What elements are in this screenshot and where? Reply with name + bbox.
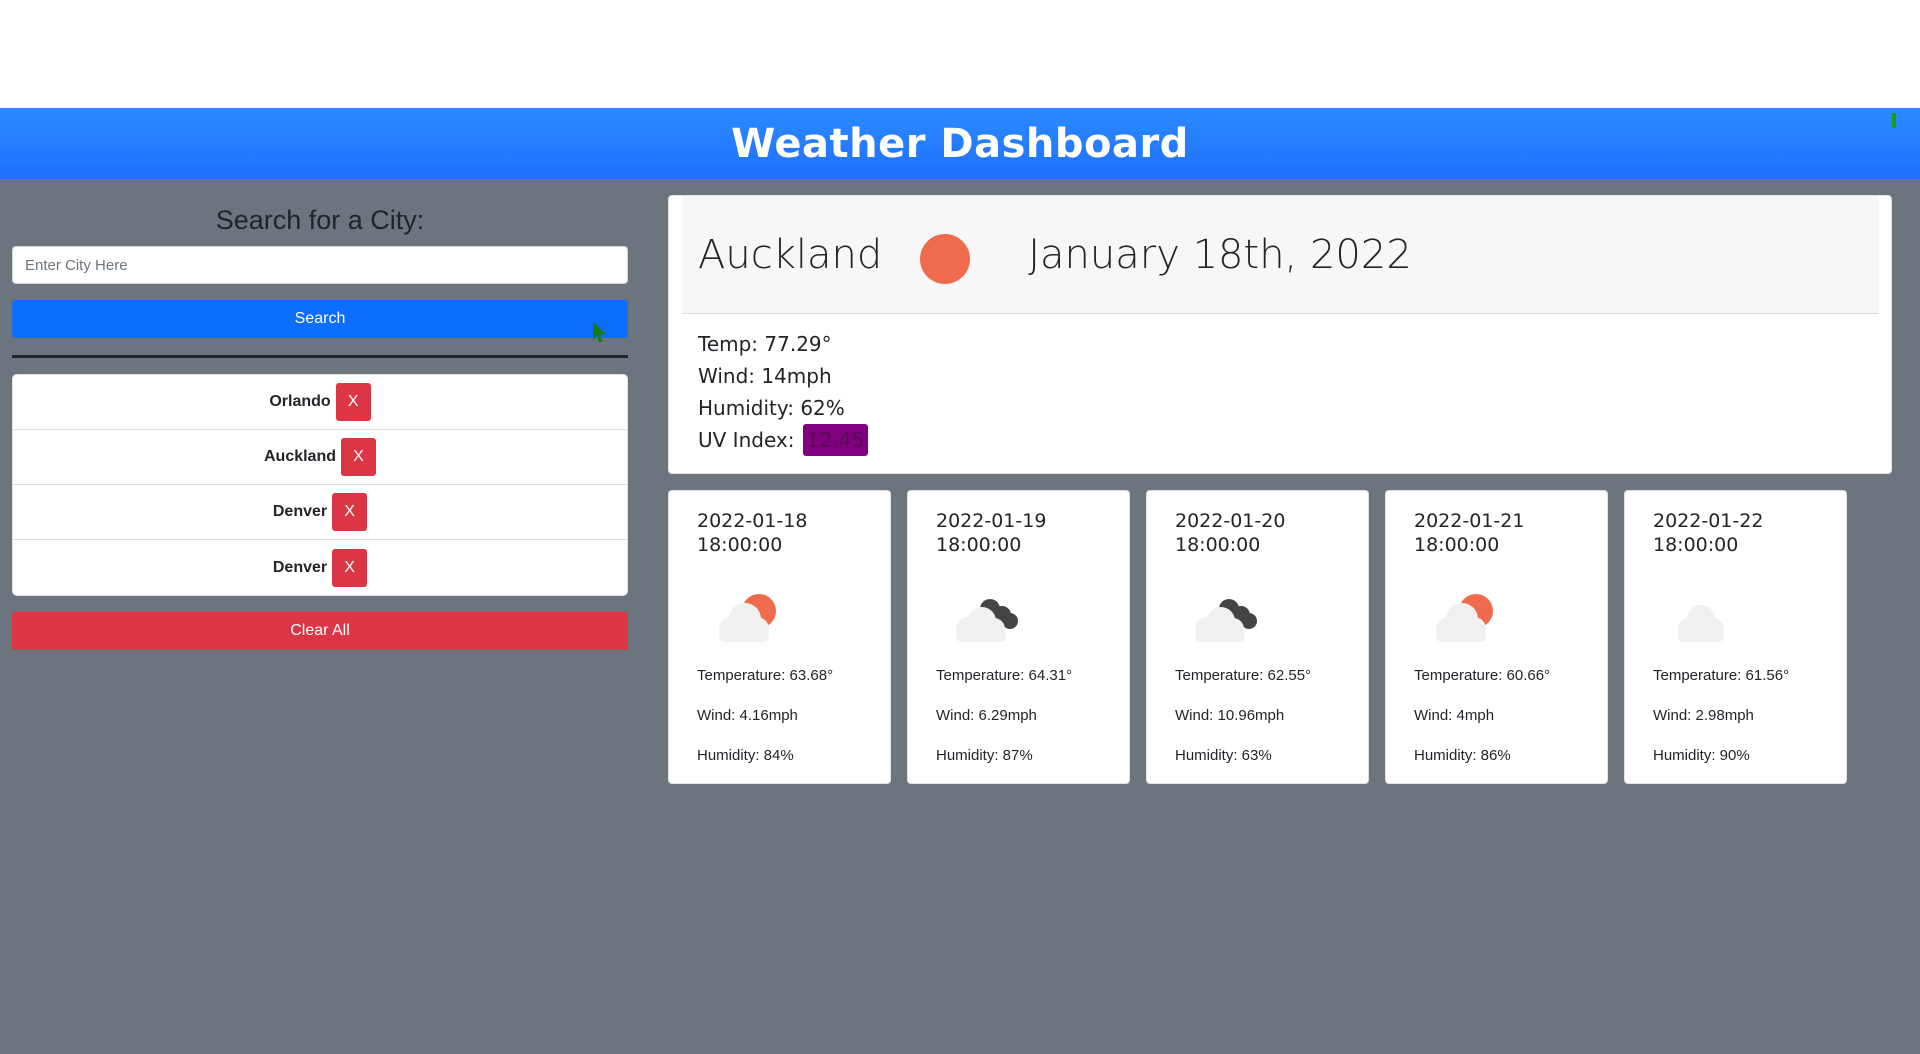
forecast-date: 2022-01-20 — [1175, 510, 1286, 532]
page-title: Weather Dashboard — [731, 120, 1189, 167]
sun-icon — [920, 233, 971, 284]
forecast-date: 2022-01-18 — [697, 510, 808, 532]
search-history-list: Orlando X Auckland X Denver X Denver X — [12, 374, 628, 596]
current-city-name: Auckland — [698, 231, 883, 278]
forecast-card: 2022-01-20 18:00:00 Temperature: 62.55° … — [1146, 490, 1369, 784]
uv-index-badge: 12.45 — [802, 424, 869, 456]
forecast-humidity: Humidity: 63% — [1175, 747, 1272, 764]
mouse-cursor-icon — [593, 322, 606, 342]
current-temp: Temp: 77.29° — [698, 332, 832, 356]
history-item-auckland[interactable]: Auckland X — [13, 430, 627, 485]
forecast-humidity: Humidity: 87% — [936, 747, 1033, 764]
dark-clouds-icon — [1195, 599, 1257, 642]
forecast-time: 18:00:00 — [1653, 534, 1739, 556]
forecast-temperature: Temperature: 60.66° — [1414, 667, 1551, 684]
remove-city-button[interactable]: X — [332, 493, 368, 531]
current-wind: Wind: 14mph — [698, 364, 832, 388]
forecast-humidity: Humidity: 84% — [697, 747, 794, 764]
forecast-date: 2022-01-22 — [1653, 510, 1764, 532]
forecast-time: 18:00:00 — [1414, 534, 1500, 556]
clear-all-button[interactable]: Clear All — [12, 612, 628, 650]
cloud-sun-icon — [1436, 594, 1493, 642]
current-weather-card: Auckland January 18th, 2022 Temp: 77.29°… — [668, 195, 1892, 474]
history-item-denver[interactable]: Denver X — [13, 540, 627, 595]
corner-marker — [1892, 113, 1896, 128]
search-title: Search for a City: — [215, 205, 425, 235]
forecast-time: 18:00:00 — [936, 534, 1022, 556]
remove-city-button[interactable]: X — [332, 548, 368, 587]
current-weather-header: Auckland January 18th, 2022 — [682, 196, 1879, 314]
cloud-sun-icon — [719, 594, 776, 642]
divider — [12, 355, 628, 358]
search-button-label: Search — [294, 310, 346, 327]
current-date: January 18th, 2022 — [1028, 231, 1412, 278]
forecast-date: 2022-01-19 — [936, 510, 1047, 532]
history-city-name[interactable]: Auckland — [264, 448, 336, 466]
forecast-card: 2022-01-22 18:00:00 Temperature: 61.56° … — [1624, 490, 1847, 784]
current-uv-row: UV Index: 12.45 — [698, 424, 869, 456]
remove-city-button[interactable]: X — [335, 383, 371, 421]
current-humidity: Humidity: 62% — [698, 396, 845, 420]
history-city-name[interactable]: Denver — [273, 559, 327, 577]
page-header: Weather Dashboard — [0, 108, 1920, 179]
current-weather-details: Temp: 77.29° Wind: 14mph Humidity: 62% U… — [698, 328, 869, 456]
forecast-temperature: Temperature: 61.56° — [1653, 667, 1790, 684]
city-search-input[interactable] — [12, 246, 628, 284]
search-panel: Search for a City: Search Orlando X Auck… — [12, 179, 628, 650]
forecast-date: 2022-01-21 — [1414, 510, 1525, 532]
forecast-temperature: Temperature: 63.68° — [697, 667, 834, 684]
forecast-humidity: Humidity: 90% — [1653, 747, 1750, 764]
forecast-humidity: Humidity: 86% — [1414, 747, 1511, 764]
history-city-name[interactable]: Denver — [273, 503, 327, 521]
forecast-wind: Wind: 2.98mph — [1653, 707, 1754, 724]
remove-city-button[interactable]: X — [341, 438, 376, 476]
forecast-wind: Wind: 4mph — [1414, 707, 1495, 724]
forecast-temperature: Temperature: 62.55° — [1175, 667, 1312, 684]
history-item-denver[interactable]: Denver X — [13, 485, 627, 540]
dark-clouds-icon — [956, 599, 1018, 642]
forecast-time: 18:00:00 — [697, 534, 783, 556]
forecast-wind: Wind: 4.16mph — [697, 707, 798, 724]
forecast-card: 2022-01-18 18:00:00 Temperature: 63.68° … — [668, 490, 891, 784]
forecast-card: 2022-01-21 18:00:00 Temperature: 60.66° … — [1385, 490, 1608, 784]
search-button[interactable]: Search — [12, 300, 628, 342]
forecast-card: 2022-01-19 18:00:00 Temperature: 64.31° … — [907, 490, 1130, 784]
forecast-wind: Wind: 6.29mph — [936, 707, 1037, 724]
top-blank-area — [0, 0, 1920, 108]
forecast-wind: Wind: 10.96mph — [1175, 707, 1285, 724]
cloud-icon — [1678, 605, 1724, 642]
forecast-temperature: Temperature: 64.31° — [936, 667, 1073, 684]
five-day-forecast: 2022-01-18 18:00:00 Temperature: 63.68° … — [668, 490, 1847, 784]
history-city-name[interactable]: Orlando — [269, 393, 330, 411]
forecast-time: 18:00:00 — [1175, 534, 1261, 556]
uv-label: UV Index: — [698, 428, 795, 452]
history-item-orlando[interactable]: Orlando X — [13, 375, 627, 430]
